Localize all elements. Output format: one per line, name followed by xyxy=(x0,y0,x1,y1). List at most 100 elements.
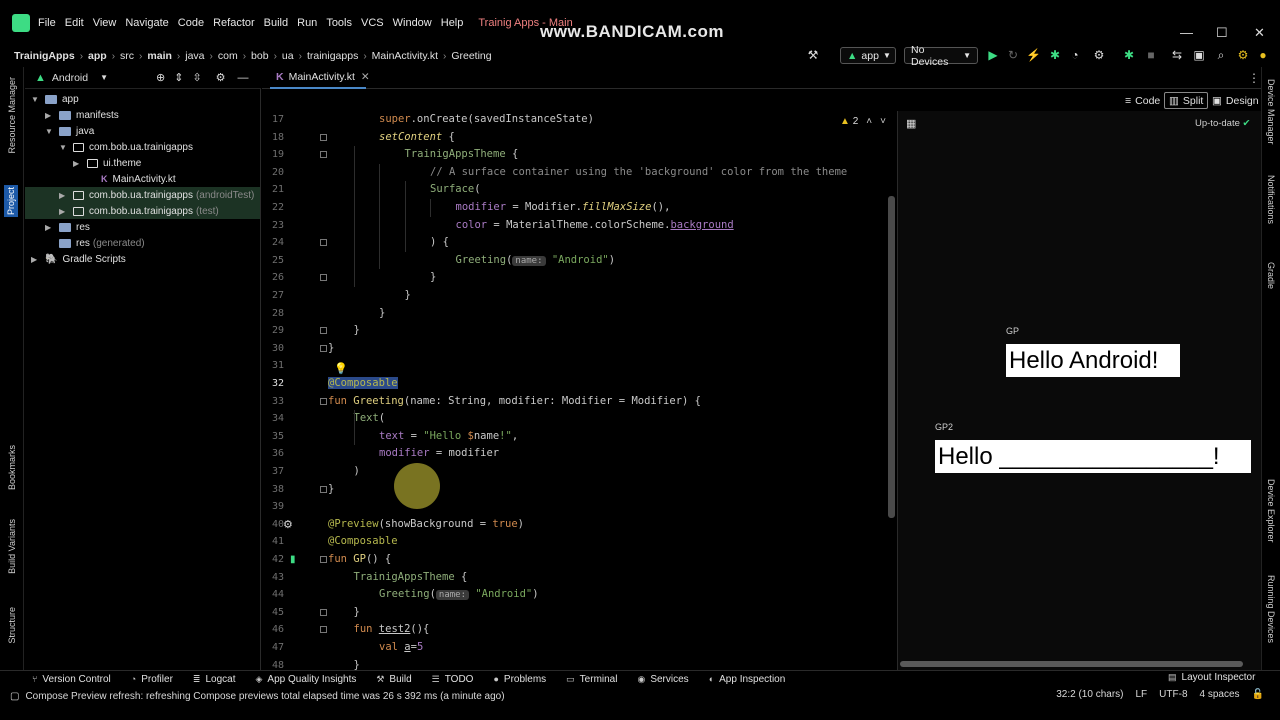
code-line[interactable]: } xyxy=(328,481,334,499)
tree-item[interactable]: ▼ java xyxy=(25,123,260,139)
breadcrumb-item[interactable]: TrainigApps xyxy=(14,50,75,62)
more-icon[interactable]: ⋮ xyxy=(1248,71,1260,85)
menu-run[interactable]: Run xyxy=(297,17,317,29)
fold-marker-icon[interactable] xyxy=(320,151,327,159)
chevron-down-icon[interactable]: ▼ xyxy=(31,95,41,104)
code-line[interactable]: ) { xyxy=(430,234,449,252)
logcat-tab[interactable]: ≣ Logcat xyxy=(193,674,236,685)
code-line[interactable]: ) xyxy=(354,463,360,481)
preview-scrollbar[interactable] xyxy=(900,661,1243,667)
gear-icon[interactable]: ⚙ xyxy=(216,71,226,84)
code-line[interactable]: Greeting(name: "Android") xyxy=(379,586,539,605)
breadcrumb-item[interactable]: ua xyxy=(282,50,294,62)
code-line[interactable]: Greeting(name: "Android") xyxy=(456,252,615,271)
menu-code[interactable]: Code xyxy=(178,17,204,29)
tree-item[interactable]: ▶ 🐘 Gradle Scripts xyxy=(25,251,260,267)
build-tab[interactable]: ⚒ Build xyxy=(376,674,411,685)
tab-mainactivity[interactable]: K MainActivity.kt ✕ xyxy=(270,67,370,89)
breadcrumb-item[interactable]: main xyxy=(147,50,172,62)
code-line[interactable]: } xyxy=(354,604,360,622)
fold-marker-icon[interactable] xyxy=(320,556,327,563)
bookmarks-tab[interactable]: Bookmarks xyxy=(7,445,17,490)
settings-icon[interactable]: ⚙ xyxy=(1236,48,1250,62)
search-icon[interactable]: ⌕ xyxy=(1214,48,1228,62)
indent-setting[interactable]: 4 spaces xyxy=(1200,689,1240,700)
code-line[interactable]: } xyxy=(405,287,411,305)
code-line[interactable]: super.onCreate(savedInstanceState) xyxy=(379,111,594,129)
chevron-down-icon[interactable]: ▼ xyxy=(59,143,69,152)
deploy-preview-icon[interactable]: ▮ xyxy=(290,554,296,565)
fold-marker-icon[interactable] xyxy=(320,344,327,352)
chevron-right-icon[interactable]: ▶ xyxy=(59,207,69,216)
code-line[interactable]: fun Greeting(name: String, modifier: Mod… xyxy=(328,393,701,411)
tree-item[interactable]: ▶ com.bob.ua.trainigapps (androidTest) xyxy=(25,187,260,203)
code-line[interactable]: Surface( xyxy=(430,181,481,199)
lock-icon[interactable]: 🔓 xyxy=(1252,689,1264,700)
chevron-right-icon[interactable]: ▶ xyxy=(73,159,83,168)
tree-item[interactable]: ▶ manifests xyxy=(25,107,260,123)
chevron-right-icon[interactable]: ▶ xyxy=(45,111,55,120)
breadcrumb-item[interactable]: trainigapps xyxy=(307,50,358,62)
tree-item[interactable]: ▶ ui.theme xyxy=(25,155,260,171)
menu-tools[interactable]: Tools xyxy=(326,17,352,29)
breadcrumb-item[interactable]: MainActivity.kt xyxy=(372,50,438,62)
chevron-right-icon[interactable]: ▶ xyxy=(45,223,55,232)
code-line[interactable]: @Composable xyxy=(328,533,398,551)
tree-item[interactable]: ▶ res xyxy=(25,219,260,235)
editor-scrollbar[interactable] xyxy=(888,196,895,518)
fold-marker-icon[interactable] xyxy=(320,327,327,335)
chevron-down-icon[interactable]: ▼ xyxy=(45,127,55,136)
close-icon[interactable]: ✕ xyxy=(1254,25,1265,41)
code-line[interactable]: modifier = modifier xyxy=(379,445,499,463)
resource-manager-tab[interactable]: Resource Manager xyxy=(7,77,17,154)
fold-marker-icon[interactable] xyxy=(320,626,327,634)
code-line[interactable]: fun test2(){ xyxy=(354,621,430,639)
running-devices-tab[interactable]: Running Devices xyxy=(1266,575,1276,643)
services-tab[interactable]: ◉ Services xyxy=(637,674,688,685)
build-variants-tab[interactable]: Build Variants xyxy=(7,519,17,574)
run-config-select[interactable]: ▲ app ▼ xyxy=(840,47,896,64)
locate-icon[interactable]: ⊕ xyxy=(156,71,165,84)
apply-changes-icon[interactable]: ⚡ xyxy=(1026,48,1041,62)
tree-item[interactable]: K MainActivity.kt xyxy=(25,171,260,187)
preview-settings-icon[interactable]: ⚙ xyxy=(283,518,293,531)
device-manager-tab[interactable]: Device Manager xyxy=(1266,79,1276,145)
menu-build[interactable]: Build xyxy=(264,17,288,29)
caret-position[interactable]: 32:2 (10 chars) xyxy=(1056,689,1123,700)
menu-window[interactable]: Window xyxy=(393,17,432,29)
collapse-all-icon[interactable]: ⇳ xyxy=(192,71,201,84)
stop-icon[interactable]: ■ xyxy=(1144,48,1158,62)
device-select[interactable]: No Devices ▼ xyxy=(904,44,978,68)
chevron-up-icon[interactable]: ˄ xyxy=(866,116,872,127)
profiler-tab[interactable]: ◔ Profiler xyxy=(131,674,173,685)
attach-debugger-icon[interactable]: ⚙ xyxy=(1092,48,1106,62)
android-icon[interactable]: ✱ xyxy=(1122,48,1136,62)
code-line[interactable]: setContent { xyxy=(379,129,455,147)
chevron-right-icon[interactable]: ▶ xyxy=(59,191,69,200)
mode-split[interactable]: ▥ Split xyxy=(1164,92,1209,109)
preview-layout-icon[interactable]: ▦ xyxy=(906,117,916,130)
fold-marker-icon[interactable] xyxy=(320,239,327,247)
menu-refactor[interactable]: Refactor xyxy=(213,17,255,29)
status-toggle-icon[interactable]: ▢ xyxy=(10,691,19,702)
menu-navigate[interactable]: Navigate xyxy=(125,17,168,29)
terminal-tab[interactable]: ▭ Terminal xyxy=(566,674,617,685)
code-line[interactable]: modifier = Modifier.fillMaxSize(), xyxy=(456,199,671,217)
tree-item[interactable]: ▼ app xyxy=(25,91,260,107)
mode-code[interactable]: ≡ Code xyxy=(1121,92,1164,109)
code-line[interactable]: } xyxy=(430,269,436,287)
expand-all-icon[interactable]: ⇕ xyxy=(174,71,183,84)
fold-marker-icon[interactable] xyxy=(320,397,327,405)
project-tab[interactable]: Project xyxy=(4,185,18,218)
mode-design[interactable]: ▣ Design xyxy=(1208,92,1263,109)
minimize-icon[interactable]: — xyxy=(1180,25,1193,40)
version-control-tab[interactable]: ⑂ Version Control xyxy=(32,674,111,685)
chevron-down-icon[interactable]: ˅ xyxy=(880,116,886,127)
fold-marker-icon[interactable] xyxy=(320,485,327,493)
breadcrumb-item[interactable]: app xyxy=(88,50,107,62)
menu-file[interactable]: File xyxy=(38,17,56,29)
breadcrumb-item[interactable]: Greeting xyxy=(451,50,491,62)
breadcrumb-item[interactable]: bob xyxy=(251,50,269,62)
file-encoding[interactable]: UTF-8 xyxy=(1159,689,1187,700)
hammer-icon[interactable]: ⚒ xyxy=(806,48,820,62)
